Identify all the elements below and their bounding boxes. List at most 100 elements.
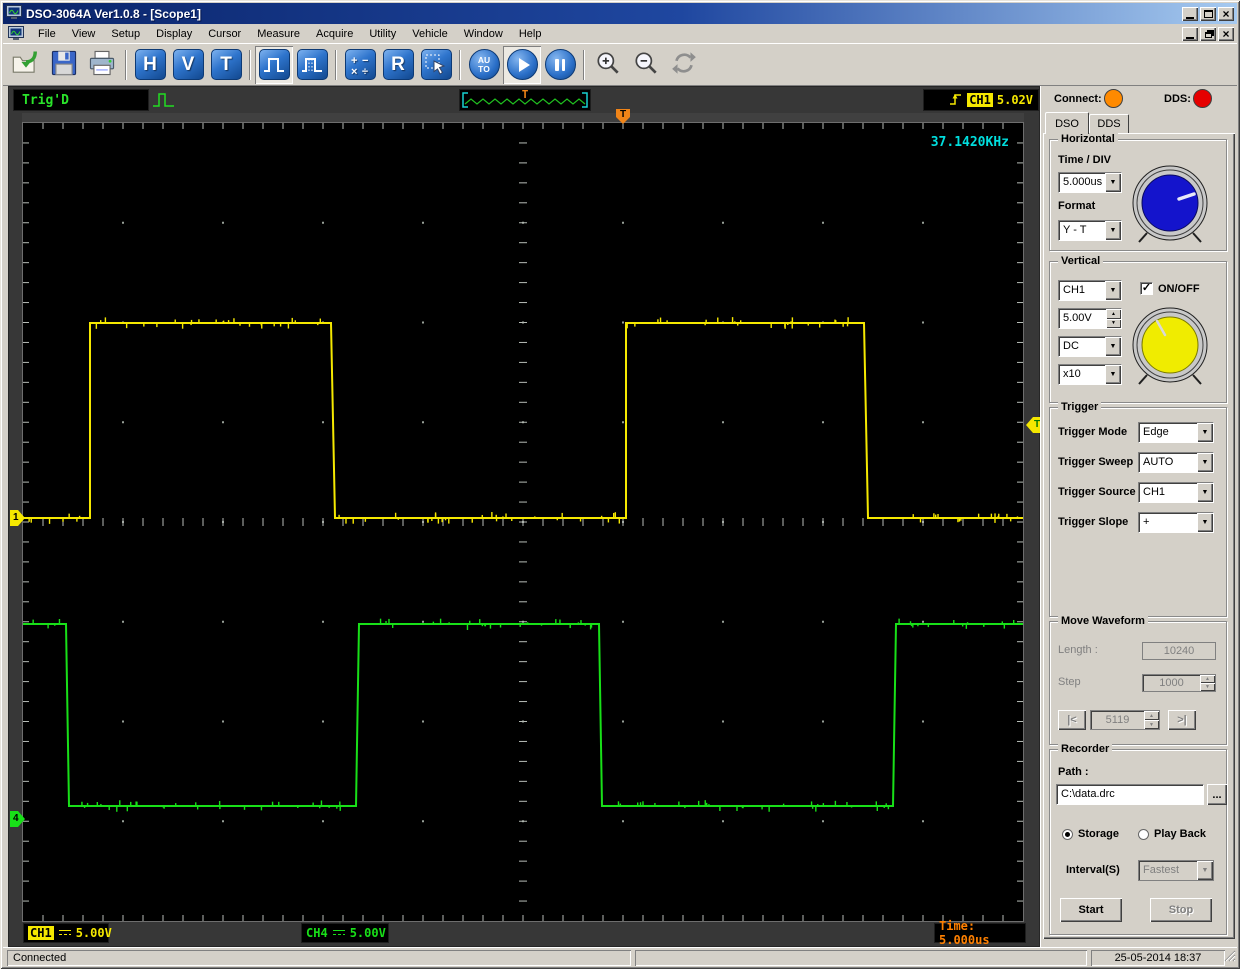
pulse-train-icon — [296, 49, 328, 80]
cursor-button[interactable] — [417, 46, 455, 84]
mdi-restore-icon[interactable] — [1200, 26, 1216, 41]
control-panel: Connect: DDS: DSO DDS Horizontal Time / … — [1040, 86, 1236, 947]
refresh-button[interactable] — [665, 46, 703, 84]
mdi-close-icon[interactable]: × — [1218, 26, 1234, 41]
tab-dso[interactable]: DSO — [1045, 112, 1089, 134]
horizontal-knob[interactable] — [1130, 164, 1210, 249]
radio-icon[interactable] — [1138, 828, 1149, 840]
pulse-icon — [258, 49, 290, 80]
trigger-mode-label: Trigger Mode — [1058, 426, 1128, 438]
maximize-icon[interactable] — [1200, 6, 1216, 21]
timebase-readout: Time: 5.000us — [934, 919, 1026, 947]
coupling-select[interactable]: DC ▼ — [1058, 336, 1122, 357]
horizontal-measure-button[interactable]: H — [131, 46, 169, 84]
print-button[interactable] — [83, 46, 121, 84]
tab-dds[interactable]: DDS — [1089, 114, 1129, 133]
menu-utility[interactable]: Utility — [361, 26, 404, 42]
pulse-button[interactable] — [255, 45, 293, 84]
math-button[interactable]: + − × ÷ — [341, 46, 379, 84]
chevron-down-icon[interactable]: ▼ — [1105, 221, 1121, 240]
trigger-mode-select[interactable]: Edge ▼ — [1138, 422, 1214, 443]
trigger-source-select[interactable]: CH1 ▼ — [1138, 482, 1214, 503]
chevron-down-icon[interactable]: ▼ — [1105, 281, 1121, 300]
stop-button: Stop — [1150, 898, 1212, 922]
waveform-preview[interactable]: T — [459, 88, 591, 111]
menu-cursor[interactable]: Cursor — [200, 26, 249, 42]
dds-indicator — [1193, 89, 1212, 108]
playback-radio[interactable]: Play Back — [1138, 828, 1206, 840]
chevron-down-icon[interactable]: ▼ — [1105, 337, 1121, 356]
browse-button[interactable]: ... — [1207, 784, 1227, 805]
minimize-icon[interactable] — [1182, 6, 1198, 21]
menu-window[interactable]: Window — [456, 26, 511, 42]
svg-text:÷: ÷ — [362, 66, 368, 78]
vertical-knob[interactable] — [1130, 306, 1210, 391]
math-icon: + − × ÷ — [344, 49, 376, 80]
open-button[interactable] — [7, 46, 45, 84]
menu-vehicle[interactable]: Vehicle — [404, 26, 455, 42]
menu-display[interactable]: Display — [148, 26, 200, 42]
trigger-sweep-select[interactable]: AUTO ▼ — [1138, 452, 1214, 473]
status-bar: Connected 25-05-2014 18:37 — [3, 947, 1237, 966]
vertical-measure-button[interactable]: V — [169, 46, 207, 84]
channel-select[interactable]: CH1 ▼ — [1058, 280, 1122, 301]
pulse-train-button[interactable] — [293, 46, 331, 84]
chevron-down-icon[interactable]: ▼ — [1105, 365, 1121, 384]
menu-bar: File View Setup Display Cursor Measure A… — [3, 24, 1237, 43]
title-bar[interactable]: DSO-3064A Ver1.0.8 - [Scope1] × — [3, 3, 1237, 24]
preview-trigger-marker[interactable]: T — [522, 88, 529, 101]
channel-onoff-checkbox[interactable]: ✓ ON/OFF — [1140, 282, 1200, 295]
chevron-down-icon[interactable]: ▼ — [1105, 173, 1121, 192]
zoom-out-button[interactable] — [627, 46, 665, 84]
menu-view[interactable]: View — [64, 26, 104, 42]
vertical-group: Vertical CH1 ▼ ✓ ON/OFF 5.00V ▲ ▼ DC ▼ x10 ▼ — [1049, 255, 1227, 403]
chevron-down-icon[interactable]: ▼ — [1197, 453, 1213, 472]
spin-down-icon[interactable]: ▼ — [1106, 318, 1121, 328]
reference-button[interactable]: R — [379, 46, 417, 84]
format-label: Format — [1058, 200, 1096, 212]
resize-grip-icon[interactable] — [1223, 949, 1236, 965]
format-select[interactable]: Y - T ▼ — [1058, 220, 1122, 241]
menu-help[interactable]: Help — [511, 26, 550, 42]
auto-set-button[interactable]: AU TO — [465, 46, 503, 84]
storage-radio[interactable]: Storage — [1062, 828, 1119, 840]
move-last-button: >| — [1168, 710, 1196, 730]
radio-selected-icon[interactable] — [1062, 828, 1073, 840]
zoom-in-button[interactable] — [589, 46, 627, 84]
menu-measure[interactable]: Measure — [249, 26, 308, 42]
check-icon[interactable]: ✓ — [1140, 282, 1153, 295]
spin-up-icon[interactable]: ▲ — [1106, 309, 1121, 319]
menu-acquire[interactable]: Acquire — [308, 26, 361, 42]
toolbar-separator — [459, 49, 461, 80]
toolbar-separator — [249, 49, 251, 80]
toolbar-separator — [335, 49, 337, 80]
time-measure-button[interactable]: T — [207, 46, 245, 84]
run-button[interactable] — [503, 45, 541, 84]
interval-label: Interval(S) — [1066, 864, 1120, 876]
document-icon[interactable] — [8, 26, 24, 41]
time-div-select[interactable]: 5.000us ▼ — [1058, 172, 1122, 193]
path-input[interactable]: C:\data.drc — [1056, 784, 1204, 805]
menu-setup[interactable]: Setup — [103, 26, 148, 42]
trigger-group: Trigger Trigger Mode Edge ▼ Trigger Sweep… — [1049, 401, 1227, 617]
move-waveform-group: Move Waveform Length : 10240 Step 1000 ▲… — [1049, 615, 1227, 745]
save-button[interactable] — [45, 46, 83, 84]
pause-button[interactable] — [541, 46, 579, 84]
start-button[interactable]: Start — [1060, 898, 1122, 922]
close-icon[interactable]: × — [1218, 6, 1234, 21]
probe-select[interactable]: x10 ▼ — [1058, 364, 1122, 385]
interval-select: Fastest ▼ — [1138, 860, 1214, 881]
trigger-status: Trig'D — [13, 89, 149, 111]
scope-display[interactable]: 37.1420KHz — [22, 122, 1024, 922]
menu-file[interactable]: File — [30, 26, 64, 42]
frequency-readout: 37.1420KHz — [930, 135, 1009, 150]
connect-label: Connect: — [1054, 93, 1102, 105]
spin-down-icon: ▼ — [1200, 683, 1215, 691]
chevron-down-icon[interactable]: ▼ — [1197, 513, 1213, 532]
trigger-slope-select[interactable]: + ▼ — [1138, 512, 1214, 533]
mdi-minimize-icon[interactable] — [1182, 26, 1198, 41]
chevron-down-icon[interactable]: ▼ — [1197, 423, 1213, 442]
trigger-sweep-label: Trigger Sweep — [1058, 456, 1134, 468]
chevron-down-icon[interactable]: ▼ — [1197, 483, 1213, 502]
volts-div-stepper[interactable]: 5.00V ▲ ▼ — [1058, 308, 1122, 329]
